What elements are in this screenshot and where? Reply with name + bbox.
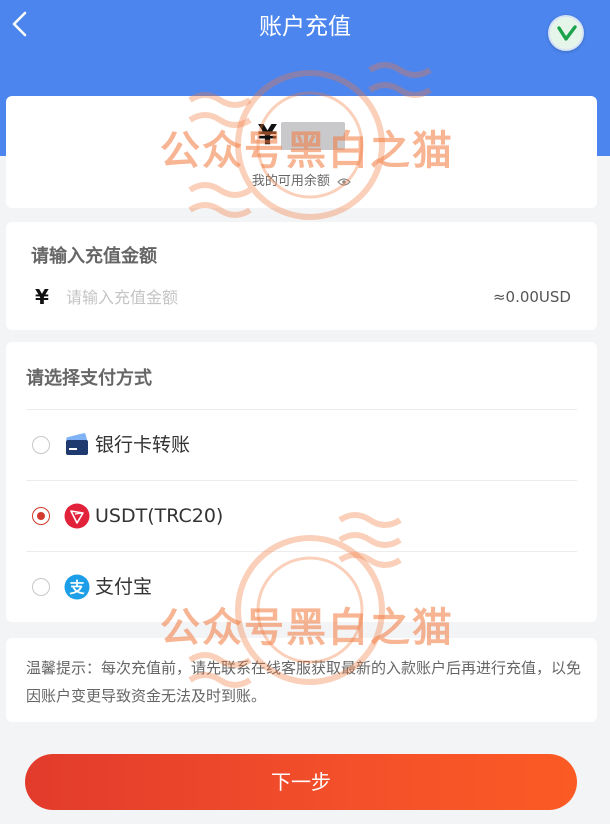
payment-option-label: 支付宝: [95, 576, 153, 598]
balance-amount: ¥: [6, 118, 597, 151]
payment-option-alipay[interactable]: 支 支付宝: [6, 552, 597, 622]
app-logo-icon: [548, 15, 584, 51]
alipay-icon: 支: [64, 574, 90, 600]
payment-option-usdt[interactable]: USDT(TRC20): [6, 481, 597, 551]
balance-currency: ¥: [257, 118, 278, 151]
next-step-button[interactable]: 下一步: [25, 754, 577, 810]
tip-text: 温馨提示：每次充值前，请先联系在线客服获取最新的入款账户后再进行充值，以免因账户…: [26, 659, 582, 705]
recharge-amount-input[interactable]: [66, 284, 366, 310]
radio-bank[interactable]: [32, 436, 50, 454]
usd-estimate: ≈0.00USD: [492, 288, 571, 306]
payment-option-label: 银行卡转账: [95, 434, 191, 456]
radio-usdt-selected[interactable]: [32, 507, 50, 525]
bank-card-icon: [66, 433, 88, 455]
svg-text:支: 支: [68, 579, 85, 597]
balance-label: 我的可用余额: [6, 170, 597, 189]
eye-icon[interactable]: [337, 177, 351, 187]
recharge-amount-card: 请输入充值金额 ¥ ≈0.00USD: [6, 222, 597, 330]
tron-icon: [64, 503, 90, 529]
radio-alipay[interactable]: [32, 578, 50, 596]
recharge-amount-title: 请输入充值金额: [31, 246, 157, 267]
input-currency-symbol: ¥: [35, 285, 49, 309]
payment-option-bank[interactable]: 银行卡转账: [6, 410, 597, 480]
payment-method-title: 请选择支付方式: [26, 368, 152, 389]
balance-label-text: 我的可用余额: [251, 174, 330, 189]
payment-option-label: USDT(TRC20): [95, 505, 224, 527]
balance-value-masked: [281, 122, 346, 150]
payment-method-card: 请选择支付方式 银行卡转账 USDT(TRC20) 支 支付宝: [6, 342, 597, 622]
tip-card: 温馨提示：每次充值前，请先联系在线客服获取最新的入款账户后再进行充值，以免因账户…: [6, 638, 597, 722]
page-title: 账户充值: [259, 14, 351, 40]
balance-card: ¥ 我的可用余额: [6, 96, 597, 208]
